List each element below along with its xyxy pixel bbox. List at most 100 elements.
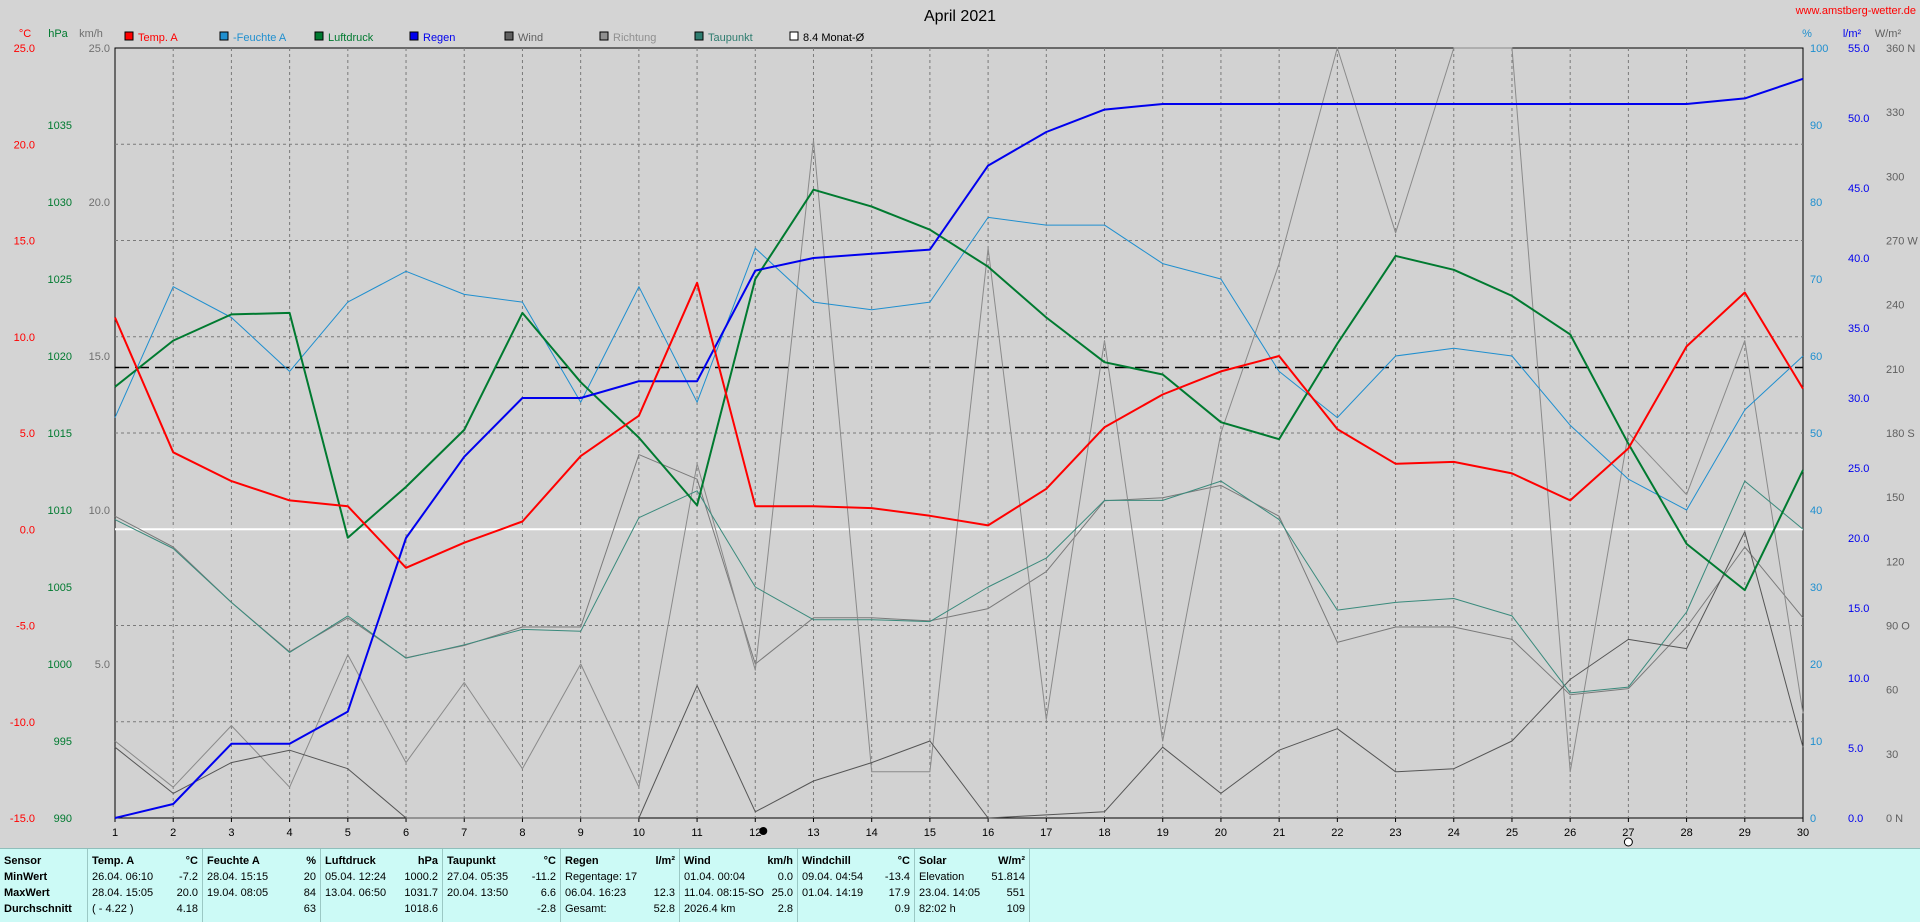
stats-value: 109 bbox=[1006, 903, 1025, 915]
x-axis-tick-label: 13 bbox=[807, 827, 819, 839]
statistics-panel: Sensor MinWert MaxWert Durchschnitt Temp… bbox=[0, 848, 1920, 922]
stats-value: 52.8 bbox=[653, 903, 675, 915]
direction-axis-tick: 180 S bbox=[1886, 428, 1915, 440]
pressure-axis-tick: 1010 bbox=[48, 505, 72, 517]
humidity-axis-tick: 100 bbox=[1810, 43, 1828, 55]
humidity-axis-tick: 10 bbox=[1810, 736, 1822, 748]
stats-when: 09.04. 04:54 bbox=[802, 871, 864, 883]
x-axis-tick-label: 25 bbox=[1506, 827, 1518, 839]
stats-when: Elevation bbox=[919, 871, 965, 883]
wind-axis-tick: 10.0 bbox=[89, 505, 110, 517]
rain-axis-tick: 55.0 bbox=[1848, 43, 1869, 55]
stats-when: 28.04. 15:15 bbox=[207, 871, 269, 883]
stats-sensor-block: Sensor MinWert MaxWert Durchschnitt bbox=[0, 849, 88, 922]
pressure-axis-tick: 1030 bbox=[48, 197, 72, 209]
x-axis-tick-label: 21 bbox=[1273, 827, 1285, 839]
legend-label: Regen bbox=[423, 32, 455, 44]
rain-axis-tick: 35.0 bbox=[1848, 323, 1869, 335]
stats-when: 82:02 h bbox=[919, 903, 956, 915]
x-axis-tick-label: 29 bbox=[1739, 827, 1751, 839]
rain-axis-tick: 20.0 bbox=[1848, 533, 1869, 545]
stats-block-unit: °C bbox=[897, 855, 910, 867]
humidity-axis-tick: 60 bbox=[1810, 351, 1822, 363]
stats-row: Regentage: 17 bbox=[565, 871, 675, 887]
legend-label: Luftdruck bbox=[328, 32, 374, 44]
stats-block-label: Luftdruck bbox=[325, 855, 376, 867]
stats-row: 26.04. 06:10 -7.2 bbox=[92, 871, 198, 887]
stats-value: 20 bbox=[303, 871, 316, 883]
stats-value: 551 bbox=[1006, 887, 1025, 899]
temp-axis-tick: 10.0 bbox=[14, 332, 35, 344]
temp-axis-tick: 20.0 bbox=[14, 139, 35, 151]
x-axis-tick-label: 27 bbox=[1622, 827, 1634, 839]
legend-label: Richtung bbox=[613, 32, 656, 44]
x-axis-tick-label: 15 bbox=[924, 827, 936, 839]
stats-block-unit: % bbox=[306, 855, 316, 867]
stats-row-label: MaxWert bbox=[4, 887, 50, 899]
stats-row: 20.04. 13:50 6.6 bbox=[447, 887, 556, 903]
wind-axis-tick: 5.0 bbox=[95, 659, 110, 671]
stats-value: 25.0 bbox=[771, 887, 793, 899]
direction-axis-tick: 30 bbox=[1886, 749, 1898, 761]
stats-value: -7.2 bbox=[179, 871, 198, 883]
x-axis-tick-label: 3 bbox=[228, 827, 234, 839]
stats-block-header: Feuchte A% bbox=[207, 855, 316, 871]
legend-label: Taupunkt bbox=[708, 32, 753, 44]
stats-when: 20.04. 13:50 bbox=[447, 887, 509, 899]
stats-value: 0.9 bbox=[894, 903, 910, 915]
rain-axis-tick: 15.0 bbox=[1848, 603, 1869, 615]
stats-row: 01.04. 00:04 0.0 bbox=[684, 871, 793, 887]
x-axis-tick-label: 12 bbox=[749, 827, 761, 839]
stats-value: 17.9 bbox=[888, 887, 910, 899]
stats-when: 28.04. 15:05 bbox=[92, 887, 154, 899]
stats-block-header: Luftdruck hPa bbox=[325, 855, 438, 871]
direction-axis-tick: 90 O bbox=[1886, 621, 1910, 633]
rain-axis-tick: 25.0 bbox=[1848, 463, 1869, 475]
stats-when: Gesamt: bbox=[565, 903, 607, 915]
stats-block-unit: °C bbox=[185, 855, 198, 867]
direction-axis-tick: 270 W bbox=[1886, 236, 1918, 248]
x-axis-tick-label: 17 bbox=[1040, 827, 1052, 839]
x-axis-tick-label: 8 bbox=[519, 827, 525, 839]
stats-value: 1000.2 bbox=[404, 871, 438, 883]
x-axis-tick-label: 11 bbox=[691, 827, 702, 839]
pressure-axis-tick: 1025 bbox=[48, 274, 72, 286]
x-axis-tick-label: 10 bbox=[633, 827, 645, 839]
stats-row: 23.04. 14:05 551 bbox=[919, 887, 1025, 903]
stats-sensor-header: Sensor bbox=[4, 855, 42, 867]
stats-block-label: Taupunkt bbox=[447, 855, 496, 867]
stats-block-feuchte-a: Feuchte A% 28.04. 15:15 20 19.04. 08:05 84 63 bbox=[203, 849, 321, 922]
humidity-axis-tick: 70 bbox=[1810, 274, 1822, 286]
stats-row: 63 bbox=[207, 903, 316, 919]
stats-row: Gesamt: 52.8 bbox=[565, 903, 675, 919]
stats-block-header: Temp. A °C bbox=[92, 855, 198, 871]
direction-axis-tick: 240 bbox=[1886, 300, 1904, 312]
stats-block-header: Wind km/h bbox=[684, 855, 793, 871]
x-axis-tick-label: 6 bbox=[403, 827, 409, 839]
pressure-axis-tick: 1020 bbox=[48, 351, 72, 363]
direction-axis-tick: 0 N bbox=[1886, 813, 1903, 825]
stats-when: 05.04. 12:24 bbox=[325, 871, 387, 883]
pressure-axis-tick: 1000 bbox=[48, 659, 72, 671]
stats-block-unit: W/m² bbox=[998, 855, 1025, 867]
rain-axis-tick: 0.0 bbox=[1848, 813, 1863, 825]
left-unit-label: hPa bbox=[48, 28, 68, 40]
left-unit-label: °C bbox=[19, 28, 31, 40]
stats-value: 51.814 bbox=[991, 871, 1025, 883]
wind-axis-tick: 25.0 bbox=[89, 43, 110, 55]
legend-label: -Feuchte A bbox=[233, 32, 287, 44]
stats-block-taupunkt: Taupunkt °C 27.04. 05:35 -11.2 20.04. 13:50 6… bbox=[443, 849, 561, 922]
stats-block-unit: °C bbox=[543, 855, 556, 867]
x-axis-tick-label: 7 bbox=[461, 827, 467, 839]
stats-when: 11.04. 08:15-SO bbox=[684, 887, 764, 899]
stats-block-unit: hPa bbox=[417, 855, 438, 867]
legend-label: Temp. A bbox=[138, 32, 178, 44]
x-axis-tick-label: 20 bbox=[1215, 827, 1227, 839]
stats-value: 6.6 bbox=[540, 887, 556, 899]
weather-chart-area: April 2021 www.amstberg-wetter.de °C hPa km/… bbox=[0, 0, 1920, 848]
stats-row: 11.04. 08:15-SO 25.0 bbox=[684, 887, 793, 903]
humidity-axis-tick: 90 bbox=[1810, 120, 1822, 132]
stats-row: ( - 4.22 ) 4.18 bbox=[92, 903, 198, 919]
stats-value: -13.4 bbox=[884, 871, 910, 883]
x-axis-tick-label: 2 bbox=[170, 827, 176, 839]
